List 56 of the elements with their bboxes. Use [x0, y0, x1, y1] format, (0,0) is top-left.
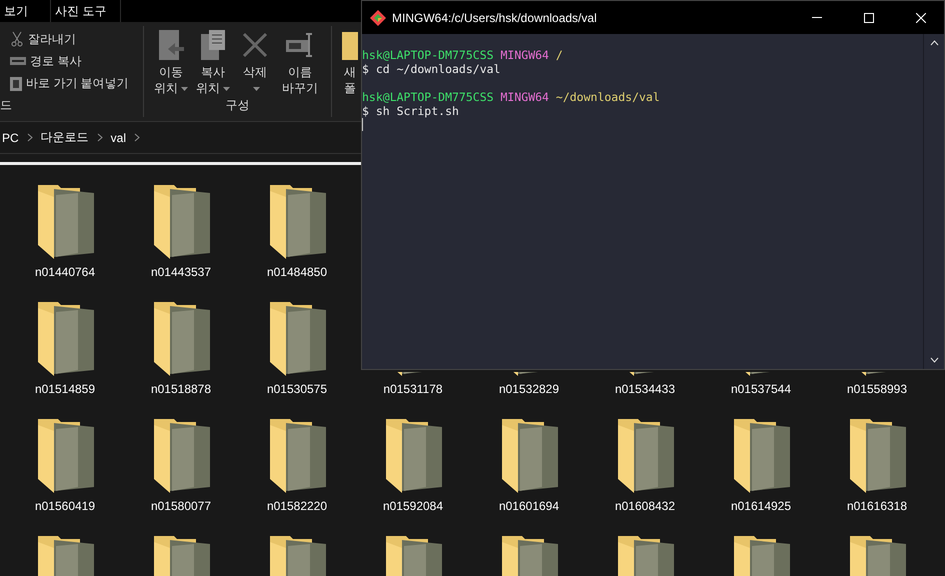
- folder-name: n01608432: [614, 499, 676, 513]
- breadcrumb-item[interactable]: val: [110, 130, 126, 144]
- minimize-icon: [812, 17, 822, 18]
- group-label: 구성: [224, 97, 250, 114]
- ribbon-button[interactable]: 복사 위치: [194, 26, 232, 97]
- folder-name: n01532829: [498, 382, 560, 396]
- folder-name: n01580077: [150, 499, 212, 513]
- folder-name: n01514859: [34, 382, 96, 396]
- clipboard-icon: [10, 76, 22, 90]
- chevron-icon: [134, 133, 140, 142]
- folder-name: n01582220: [266, 499, 328, 513]
- folder-name: n01518878: [150, 382, 212, 396]
- ribbon-button[interactable]: 삭제: [236, 26, 274, 97]
- rename-icon: [285, 30, 315, 60]
- prompt-line: hsk@LAPTOP-DM775CSS MINGW64 /: [362, 48, 564, 62]
- folder-name: n01484850: [266, 265, 328, 279]
- prompt-line: hsk@LAPTOP-DM775CSS MINGW64 ~/downloads/val: [362, 90, 661, 104]
- folder-name: n01616318: [846, 499, 908, 513]
- scissors-icon: [10, 31, 24, 47]
- ribbon-command[interactable]: 잘라내기: [6, 30, 129, 48]
- folder-name: n01530575: [266, 382, 328, 396]
- folder-name: n01440764: [34, 265, 96, 279]
- group-label: 드: [0, 97, 13, 114]
- path-icon: [10, 56, 26, 66]
- ribbon-button[interactable]: 이름 바꾸기: [278, 26, 322, 97]
- delete-x-icon: [242, 30, 268, 60]
- command-label: 바로 가기 붙여넣기: [26, 74, 129, 92]
- folder-name: n01560419: [34, 499, 96, 513]
- command-line: $ sh Script.sh: [362, 104, 460, 118]
- folder-name: n01537544: [730, 382, 792, 396]
- ribbon-command[interactable]: 바로 가기 붙여넣기: [6, 74, 129, 92]
- ribbon-button[interactable]: 이동 위치: [152, 26, 190, 97]
- copy-to-icon: [199, 30, 227, 60]
- command-label: 잘라내기: [28, 30, 76, 48]
- text-cursor: [362, 118, 363, 131]
- breadcrumb-item[interactable]: PC: [2, 130, 19, 144]
- move-to-icon: [157, 30, 185, 60]
- folder-name: n01592084: [382, 499, 444, 513]
- folder-name: n01601694: [498, 499, 560, 513]
- folder-icon: [342, 30, 358, 60]
- breadcrumb-item[interactable]: 다운로드: [40, 129, 89, 146]
- folder-name: n01558993: [846, 382, 908, 396]
- command-line: $ cd ~/downloads/val: [362, 62, 502, 76]
- chevron-icon: [96, 133, 103, 142]
- folder-name: n01534433: [614, 382, 676, 396]
- maximize-icon: [864, 12, 874, 22]
- folder-name: n01614925: [730, 499, 792, 513]
- folder-name: n01443537: [150, 265, 212, 279]
- command-label: 경로 복사: [30, 52, 82, 70]
- window-title: MINGW64:/c/Users/hsk/downloads/val: [392, 10, 598, 24]
- git-logo-icon: [370, 10, 386, 26]
- ribbon-command[interactable]: 경로 복사: [6, 52, 129, 70]
- folder-name: n01531178: [383, 382, 443, 396]
- chevron-icon: [26, 133, 33, 142]
- close-icon: [916, 12, 926, 22]
- ribbon-button[interactable]: 새 폴: [340, 26, 360, 121]
